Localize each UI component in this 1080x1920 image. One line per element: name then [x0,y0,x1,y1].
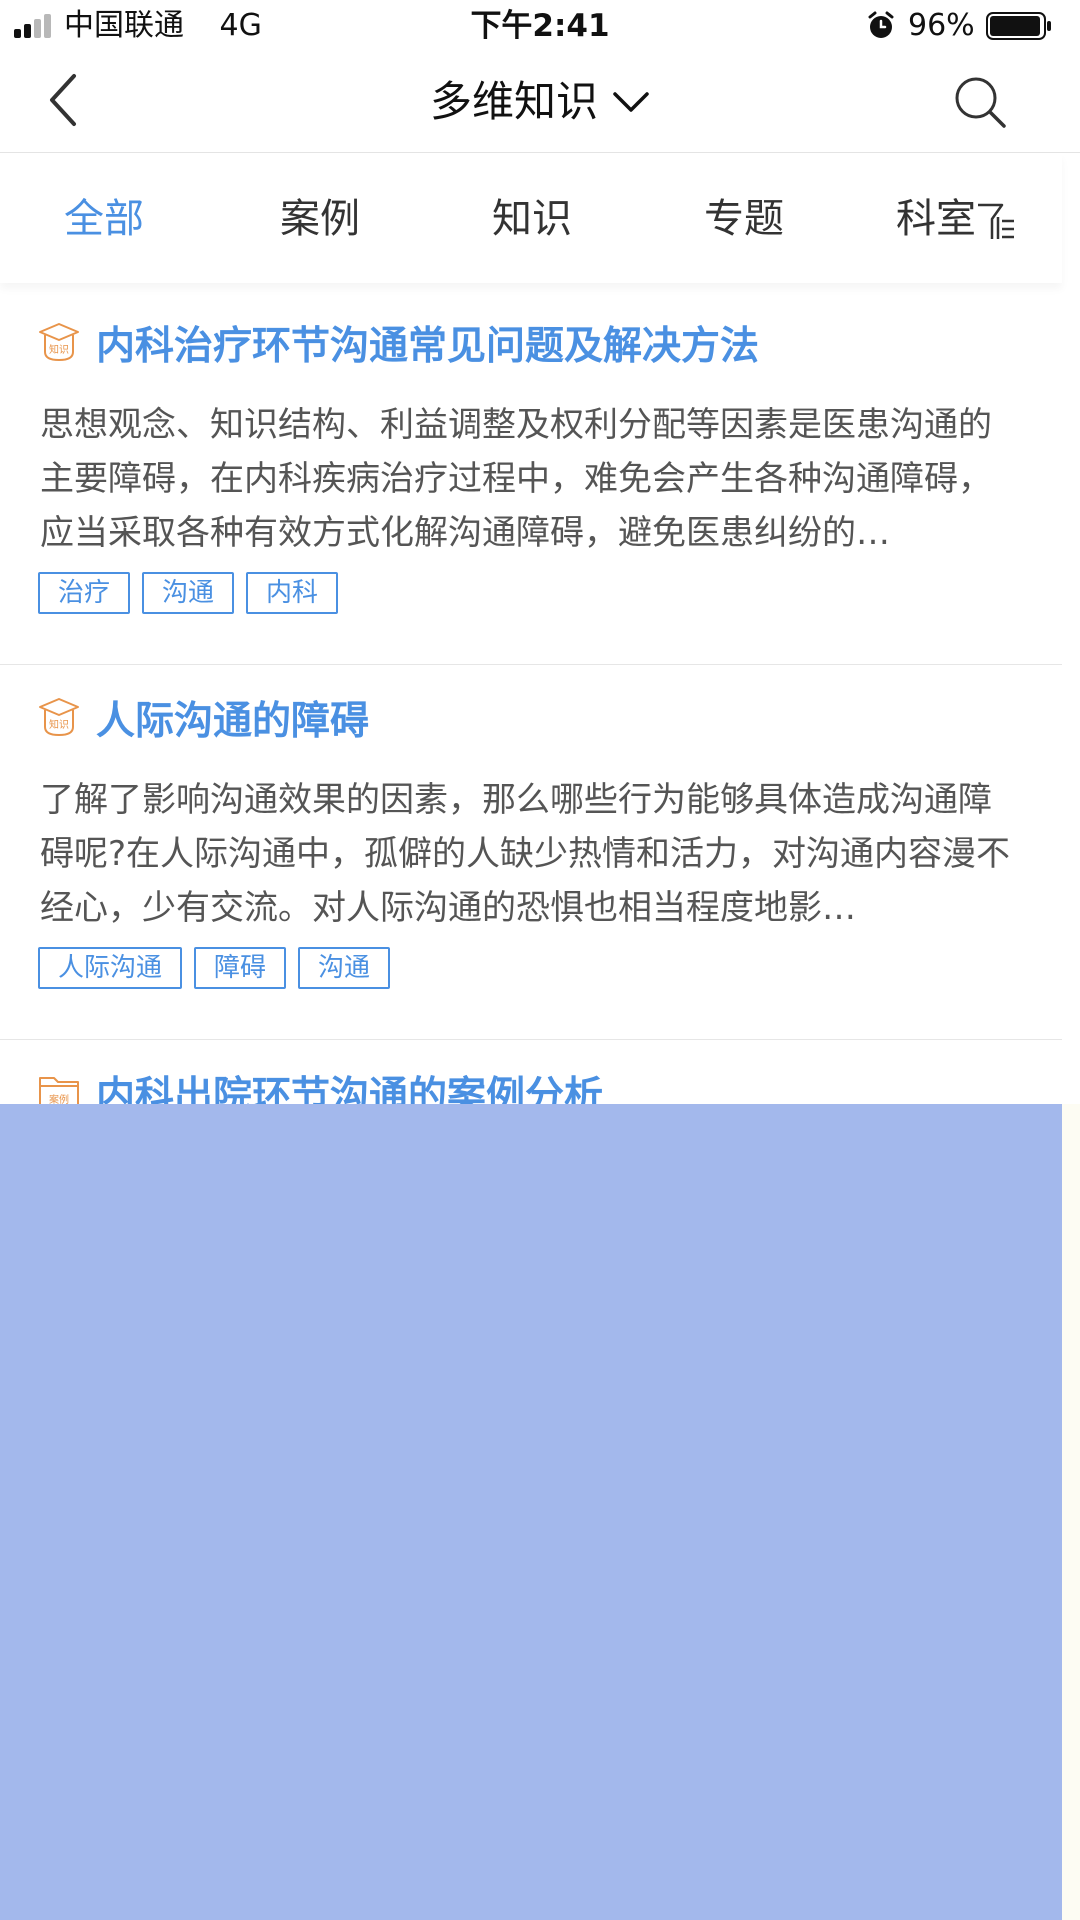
tab-knowledge[interactable]: 知识 [492,193,572,245]
item-title[interactable]: 人际沟通的障碍 [96,697,369,747]
alarm-icon [868,11,894,38]
tag[interactable]: 沟通 [142,572,235,614]
tab-department[interactable]: 科室 [896,193,976,245]
screen: 中国联通 4G 下午2:41 96% 多维知识 全部 案例 知识 专题 科室 知… [0,0,1080,1920]
chevron-down-icon [613,92,649,112]
nav-title: 多维知识 [429,77,598,126]
tag[interactable]: 治疗 [38,572,131,614]
battery-percent: 96% [908,8,975,43]
right-edge-strip [1062,1104,1080,1920]
tab-all[interactable]: 全部 [64,193,144,245]
search-icon[interactable] [952,74,1008,130]
tag[interactable]: 人际沟通 [38,947,183,989]
knowledge-list: 知识 内科治疗环节沟通常见问题及解决方法 思想观念、知识结构、利益调整及权利分配… [0,290,1062,1130]
item-description: 了解了影响沟通效果的因素，那么哪些行为能够具体造成沟通障碍呢?在人际沟通中，孤僻… [40,780,1011,928]
tag[interactable]: 障碍 [194,947,287,989]
item-tags: 人际沟通 障碍 沟通 [38,947,391,989]
item-tags: 治疗 沟通 内科 [38,572,339,614]
status-bar: 中国联通 4G 下午2:41 96% [0,0,1080,52]
battery-icon [986,12,1051,40]
nav-bar: 多维知识 [0,52,1080,153]
knowledge-icon: 知识 [39,323,79,362]
knowledge-icon: 知识 [39,698,79,737]
bottom-overlay [0,1104,1062,1920]
knowledge-icon-label: 知识 [49,343,69,356]
item-title[interactable]: 内科治疗环节沟通常见问题及解决方法 [96,322,759,372]
category-tabs: 全部 案例 知识 专题 科室 [0,153,1062,283]
tab-cases[interactable]: 案例 [280,193,360,245]
list-item[interactable]: 知识 内科治疗环节沟通常见问题及解决方法 思想观念、知识结构、利益调整及权利分配… [0,290,1062,665]
filter-icon[interactable] [976,201,1016,243]
tag[interactable]: 沟通 [298,947,391,989]
tab-topics[interactable]: 专题 [704,193,784,245]
tag[interactable]: 内科 [246,572,339,614]
list-item[interactable]: 知识 人际沟通的障碍 了解了影响沟通效果的因素，那么哪些行为能够具体造成沟通障碍… [0,665,1062,1040]
knowledge-icon-label: 知识 [49,718,69,731]
nav-title-dropdown[interactable]: 多维知识 [0,74,1080,130]
item-description: 思想观念、知识结构、利益调整及权利分配等因素是医患沟通的主要障碍，在内科疾病治疗… [40,405,992,553]
